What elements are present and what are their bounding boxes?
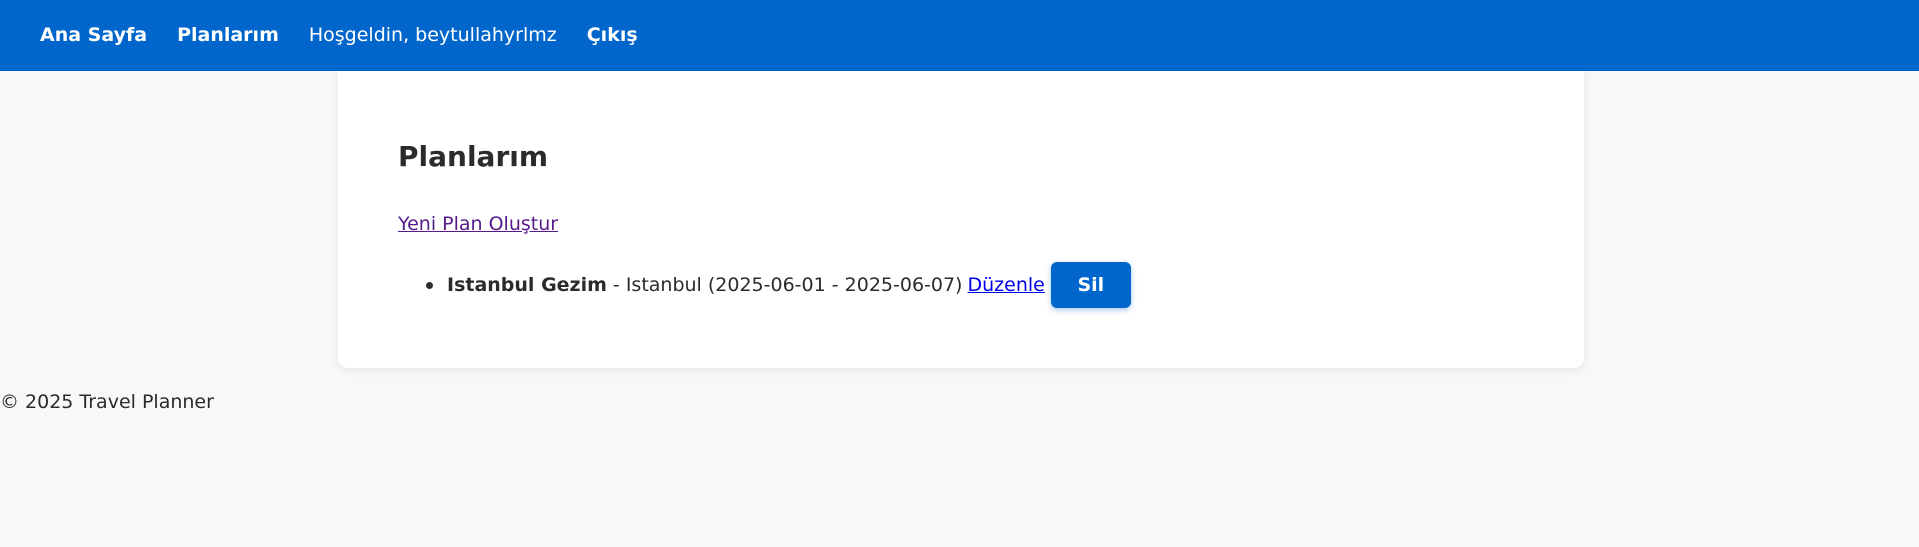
page-title: Planlarım bbox=[398, 140, 549, 173]
plan-name: Istanbul Gezim bbox=[447, 274, 607, 296]
welcome-message: Hoşgeldin, beytullahyrlmz bbox=[308, 24, 557, 46]
nav-plans-link[interactable]: Planlarım bbox=[177, 26, 279, 45]
plan-details: - Istanbul (2025-06-01 - 2025-06-07) bbox=[612, 274, 963, 296]
top-navbar: Ana Sayfa Planlarım Hoşgeldin, beytullah… bbox=[0, 0, 1919, 71]
nav-home-link[interactable]: Ana Sayfa bbox=[40, 26, 147, 45]
edit-plan-link[interactable]: Düzenle bbox=[967, 274, 1044, 296]
plan-list-item: Istanbul Gezim - Istanbul (2025-06-01 - … bbox=[398, 261, 1131, 309]
bullet-icon bbox=[426, 281, 433, 289]
footer-copyright: © 2025 Travel Planner bbox=[0, 391, 214, 413]
plans-card: Planlarım Yeni Plan Oluştur Istanbul Gez… bbox=[338, 71, 1584, 368]
delete-plan-button[interactable]: Sil bbox=[1050, 262, 1131, 308]
new-plan-link[interactable]: Yeni Plan Oluştur bbox=[398, 215, 558, 234]
nav-logout-link[interactable]: Çıkış bbox=[587, 26, 638, 45]
plan-list: Istanbul Gezim - Istanbul (2025-06-01 - … bbox=[398, 261, 1131, 309]
